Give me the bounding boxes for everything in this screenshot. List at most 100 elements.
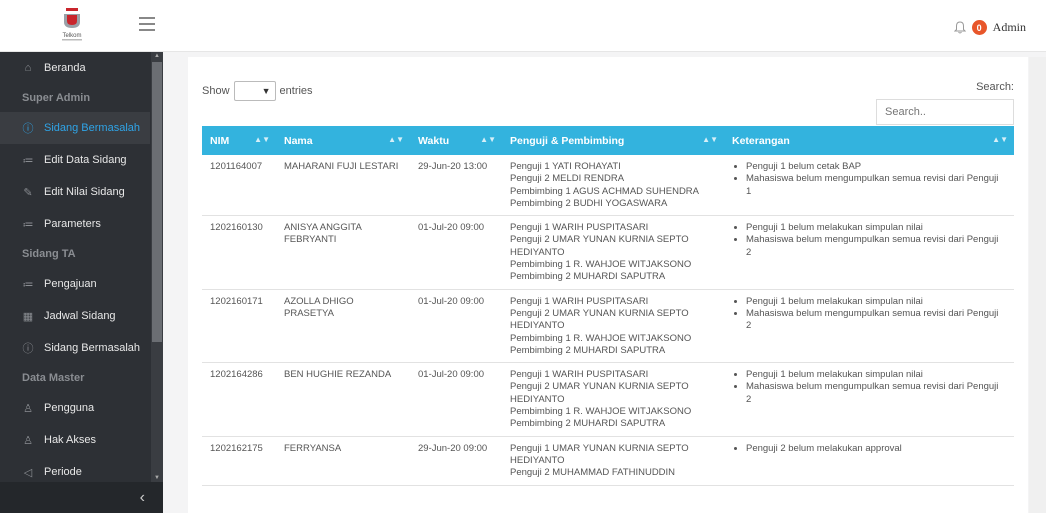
penguji-line: Pembimbing 2 MUHARDI SAPUTRA (510, 418, 666, 430)
telkom-logo[interactable]: Telkom (52, 6, 92, 44)
penguji-line: Pembimbing 1 R. WAHJOE WITJAKSONO (510, 406, 692, 418)
cell-waktu: 01-Jul-20 09:00 (410, 289, 502, 364)
keterangan-item: Mahasiswa belum mengumpulkan semua revis… (746, 381, 1006, 406)
send-icon: ◁ (23, 466, 33, 479)
penguji-line: Penguji 1 UMAR YUNAN KURNIA SEPTO HEDIYA… (510, 442, 689, 466)
sidebar-item-label: Jadwal Sidang (44, 310, 116, 322)
sidang-table: NIM ▲▼ Nama ▲▼ Waktu ▲▼ Penguji & Pembimbin… (202, 126, 1014, 486)
user-area: 0 Admin (953, 20, 1026, 35)
sidebar-item-pengajuan[interactable]: ≔ Pengajuan (0, 268, 150, 300)
table-row[interactable]: 1202162175 FERRYANSA 29-Jun-20 09:00 Penguj… (202, 436, 1014, 486)
page-scrollbar[interactable] (1029, 57, 1046, 513)
table-header-row: NIM ▲▼ Nama ▲▼ Waktu ▲▼ Penguji & Pembimbin… (202, 126, 1014, 155)
penguji-line: Penguji 2 MELDI RENDRA (510, 173, 625, 185)
sidebar-item-label: Edit Nilai Sidang (44, 186, 125, 198)
sidebar-section-header: Super Admin (22, 92, 91, 104)
list-icon: ≔ (22, 278, 34, 291)
cell-penguji: Penguji 1 WARIH PUSPITASARI Penguji 2 UMA… (502, 215, 724, 290)
cell-nama: MAHARANI FUJI LESTARI (276, 155, 410, 217)
cell-nim: 1202164286 (202, 362, 276, 437)
table-row[interactable]: 1202164286 BEN HUGHIE REZANDA 01-Jul-20 09… (202, 362, 1014, 437)
sidebar-item-edit-nilai-sidang[interactable]: ✎ Edit Nilai Sidang (0, 176, 150, 208)
penguji-line: Pembimbing 2 MUHARDI SAPUTRA (510, 271, 666, 283)
sidebar-item-label: Beranda (44, 62, 86, 74)
cell-nim: 1201164007 (202, 155, 276, 217)
penguji-line: Penguji 2 UMAR YUNAN KURNIA SEPTO HEDIYA… (510, 234, 689, 258)
sidebar-item-beranda[interactable]: ⌂ Beranda (0, 52, 150, 84)
sidebar-scrollbar[interactable]: ▲ ▼ (151, 52, 163, 482)
notification-badge[interactable]: 0 (971, 20, 987, 35)
col-keterangan[interactable]: Keterangan ▲▼ (724, 126, 1014, 155)
col-waktu[interactable]: Waktu ▲▼ (410, 126, 502, 155)
sidebar-item-hak-akses[interactable]: ♙ Hak Akses (0, 424, 150, 456)
hamburger-menu-icon[interactable] (139, 17, 155, 31)
content-card: Show ▼ entries Search: NIM▲▼ Nama▲▼ Wakt… (188, 57, 1028, 513)
entries-select[interactable]: ▼ (233, 81, 276, 101)
penguji-line: Penguji 2 MUHAMMAD FATHINUDDIN (510, 467, 676, 479)
sidebar-menu: ⌂ Beranda Super Admin ⓘ Sidang Bermasalah ≔ Ed… (0, 52, 150, 482)
sort-icon: ▲▼ (388, 135, 404, 144)
cell-nama: ANISYA ANGGITA FEBRYANTI (276, 215, 410, 290)
list-icon: ≔ (22, 218, 34, 231)
table-body: 1201164007 MAHARANI FUJI LESTARI 29-Jun-20… (202, 155, 1014, 486)
scroll-down-icon[interactable]: ▼ (154, 475, 160, 481)
penguji-line: Penguji 1 YATI ROHAYATI (510, 161, 621, 172)
col-penguji[interactable]: Penguji & Pembimbing ▲▼ (502, 126, 724, 155)
entries-label: entries (279, 85, 313, 97)
penguji-line: Penguji 1 WARIH PUSPITASARI (510, 369, 649, 381)
penguji-line: Penguji 1 WARIH PUSPITASARI (510, 295, 649, 307)
sidebar-item-parameters[interactable]: ≔ Parameters (0, 208, 150, 240)
logo-text: Telkom (62, 33, 81, 39)
chevron-down-icon: ▼ (261, 86, 271, 96)
keterangan-item: Penguji 1 belum melakukan simpulan nilai (746, 222, 1006, 234)
top-bar: Telkom 0 Admin (0, 0, 1046, 52)
user-name[interactable]: Admin (993, 20, 1026, 35)
cell-keterangan: Penguji 1 belum melakukan simpulan nilai… (724, 215, 1014, 290)
cell-penguji: Penguji 1 UMAR YUNAN KURNIA SEPTO HEDIYA… (502, 436, 724, 486)
cell-keterangan: Penguji 2 belum melakukan approval (724, 436, 1014, 486)
cell-waktu: 01-Jul-20 09:00 (410, 362, 502, 437)
cell-nim: 1202160171 (202, 289, 276, 364)
cell-keterangan: Penguji 1 belum cetak BAPMahasiswa belum… (724, 155, 1014, 217)
keterangan-item: Penguji 1 belum melakukan simpulan nilai (746, 296, 1006, 308)
col-nama[interactable]: Nama ▲▼ (276, 126, 410, 155)
cell-nama: FERRYANSA (276, 436, 410, 486)
table-row[interactable]: 1202160130 ANISYA ANGGITA FEBRYANTI 01-Jul… (202, 215, 1014, 290)
search-input[interactable] (876, 99, 1014, 125)
col-nim[interactable]: NIM ▲▼ (202, 126, 276, 155)
sidebar-scroll-thumb[interactable] (152, 62, 162, 342)
bell-icon[interactable] (953, 21, 966, 34)
penguji-line: Penguji 2 UMAR YUNAN KURNIA SEPTO HEDIYA… (510, 307, 689, 332)
sidebar-item-label: Sidang Bermasalah (44, 122, 141, 134)
keterangan-item: Mahasiswa belum mengumpulkan semua revis… (746, 308, 1006, 333)
cell-nim: 1202162175 (202, 436, 276, 486)
cell-nama: AZOLLA DHIGO PRASETYA (276, 289, 410, 364)
cell-waktu: 29-Jun-20 09:00 (410, 436, 502, 486)
sort-icon: ▲▼ (702, 135, 718, 144)
sidebar-item-label: Periode (44, 466, 82, 478)
cell-penguji: Penguji 1 WARIH PUSPITASARI Penguji 2 UMA… (502, 362, 724, 437)
pencil-icon: ✎ (23, 186, 33, 199)
cell-penguji: Penguji 1 YATI ROHAYATI Penguji 2 MELDI R… (502, 155, 724, 217)
sidebar-item-jadwal-sidang[interactable]: ▦ Jadwal Sidang (0, 300, 150, 332)
sidebar-item-sidang-bermasalah[interactable]: ⓘ Sidang Bermasalah (0, 112, 150, 144)
penguji-line: Pembimbing 2 BUDHI YOGASWARA (510, 197, 668, 209)
sidebar-item-label: Pengguna (44, 402, 95, 414)
sidebar-item-label: Hak Akses (44, 434, 96, 446)
sidebar-section-header: Data Master (22, 372, 85, 384)
table-row[interactable]: 1201164007 MAHARANI FUJI LESTARI 29-Jun-20… (202, 155, 1014, 217)
table-row[interactable]: 1202160171 AZOLLA DHIGO PRASETYA 01-Jul-20… (202, 289, 1014, 364)
scroll-up-icon[interactable]: ▲ (154, 53, 160, 59)
sidebar-item-periode[interactable]: ◁ Periode (0, 456, 150, 482)
sidebar-item-sidang-bermasalah[interactable]: ⓘ Sidang Bermasalah (0, 332, 150, 364)
cell-keterangan: Penguji 1 belum melakukan simpulan nilai… (724, 289, 1014, 364)
sidebar-item-label: Pengajuan (44, 278, 97, 290)
sort-icon: ▲▼ (480, 135, 496, 144)
sort-icon: ▲▼ (254, 135, 270, 144)
sidebar-section-header: Sidang TA (22, 248, 76, 260)
sidebar-collapse-button[interactable]: ‹ (0, 482, 163, 513)
penguji-line: Pembimbing 1 R. WAHJOE WITJAKSONO (510, 332, 692, 344)
sidebar-item-edit-data-sidang[interactable]: ≔ Edit Data Sidang (0, 144, 150, 176)
sidebar-item-pengguna[interactable]: ♙ Pengguna (0, 392, 150, 424)
sidebar-item-label: Edit Data Sidang (44, 154, 127, 166)
